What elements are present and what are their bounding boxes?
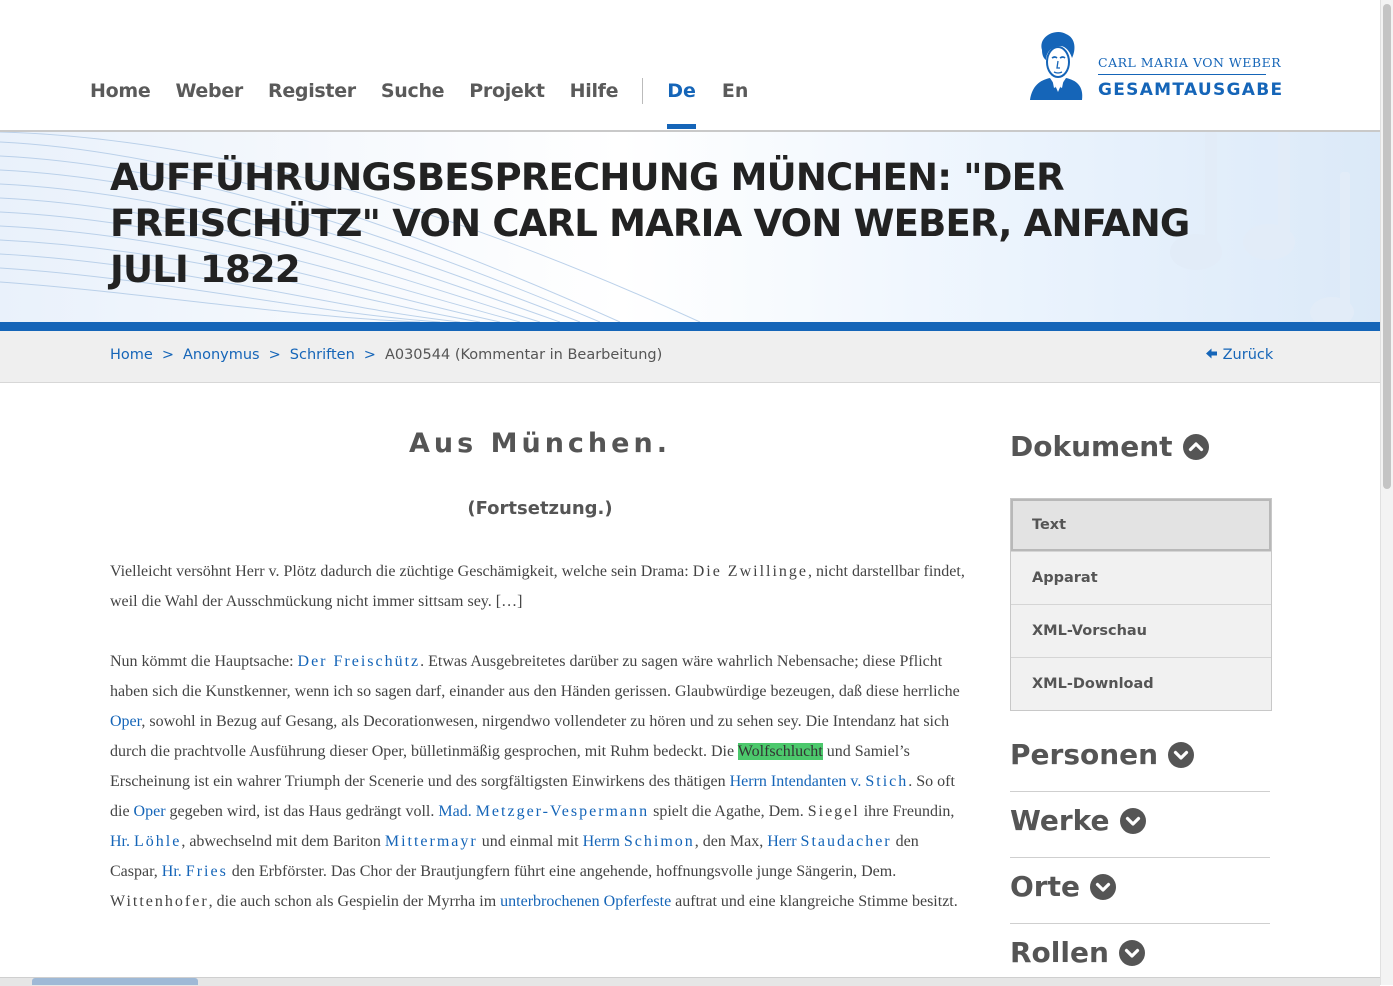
person-link-fries[interactable]: Hr. Fries bbox=[162, 863, 228, 880]
logo-title: CARL MARIA VON WEBER bbox=[1098, 55, 1282, 70]
chevron-down-icon bbox=[1090, 873, 1116, 900]
menu-item-text[interactable]: Text bbox=[1011, 499, 1271, 551]
nav-weber[interactable]: Weber bbox=[175, 80, 243, 102]
nav-home[interactable]: Home bbox=[90, 80, 151, 102]
breadcrumb-schriften[interactable]: Schriften bbox=[290, 347, 355, 363]
breadcrumb-separator: > bbox=[268, 347, 281, 363]
back-label: Zurück bbox=[1222, 347, 1274, 363]
person-link-mad[interactable]: Mad. bbox=[438, 803, 471, 820]
logo-divider bbox=[1098, 74, 1266, 75]
text-segment: , den Max, bbox=[694, 833, 768, 850]
person-link-name: Staudacher bbox=[800, 833, 892, 850]
person-link-name: Stich bbox=[865, 773, 909, 790]
work-link-freischuetz[interactable]: Der Freischütz bbox=[298, 653, 421, 670]
highlighted-term-wolfschlucht[interactable]: Wolfschlucht bbox=[737, 743, 823, 760]
person-link-name: Schimon bbox=[623, 833, 695, 850]
paragraph-2: Nun kömmt die Hauptsache: Der Freischütz… bbox=[110, 647, 970, 917]
work-link-oper[interactable]: Oper bbox=[134, 803, 166, 820]
text-segment: und einmal mit bbox=[477, 833, 583, 850]
person-link-schimon[interactable]: Herrn Schimon bbox=[583, 833, 695, 850]
text-segment: , abwechselnd mit dem Bariton bbox=[181, 833, 385, 850]
person-link-name: Fries bbox=[185, 863, 228, 880]
sidebar-divider bbox=[1010, 923, 1270, 924]
sidebar-orte-header[interactable]: Orte bbox=[1010, 870, 1116, 903]
breadcrumb-anonymus[interactable]: Anonymus bbox=[183, 347, 260, 363]
person-link-staudacher[interactable]: Herr Staudacher bbox=[767, 833, 891, 850]
nav-suche[interactable]: Suche bbox=[381, 80, 445, 102]
language-de[interactable]: De bbox=[667, 80, 696, 129]
text-segment: Nun kömmt die Hauptsache: bbox=[110, 653, 298, 670]
logo-subtitle: GESAMTAUSGABE bbox=[1098, 80, 1284, 100]
banner-accent-bar bbox=[0, 322, 1380, 331]
sidebar-dokument-title: Dokument bbox=[1010, 430, 1173, 463]
spaced-title: Die Zwillinge bbox=[692, 563, 808, 580]
person-link-mittermayr[interactable]: Mittermayr bbox=[385, 833, 478, 850]
person-link-prefix: Herr bbox=[767, 833, 801, 850]
sidebar-rollen-header[interactable]: Rollen bbox=[1010, 936, 1145, 969]
person-link-metzger-vespermann[interactable]: Metzger-Vespermann bbox=[476, 803, 649, 820]
breadcrumb-separator: > bbox=[363, 347, 376, 363]
document-view-menu: Text Apparat XML-Vorschau XML-Download bbox=[1010, 498, 1272, 711]
nav-register[interactable]: Register bbox=[268, 80, 356, 102]
paragraph-1: Vielleicht versöhnt Herr v. Plötz dadurc… bbox=[110, 557, 970, 617]
breadcrumb-separator: > bbox=[161, 347, 174, 363]
person-link-prefix: Herrn bbox=[582, 833, 624, 850]
text-segment: , die auch schon als Gespielin der Myrrh… bbox=[208, 893, 501, 910]
weber-portrait-logo-icon bbox=[1030, 31, 1083, 100]
chevron-down-icon bbox=[1118, 939, 1145, 966]
sidebar-dokument-header[interactable]: Dokument bbox=[1010, 430, 1209, 463]
menu-item-apparat[interactable]: Apparat bbox=[1011, 551, 1271, 604]
person-link-prefix: Hr. bbox=[110, 833, 134, 850]
back-link[interactable]: Zurück bbox=[1205, 347, 1273, 363]
sidebar-orte-title: Orte bbox=[1010, 870, 1080, 903]
title-banner: Aufführungsbesprechung München: "Der Fre… bbox=[0, 132, 1380, 322]
text-segment: spielt die Agathe, Dem. bbox=[649, 803, 808, 820]
text-segment: Vielleicht versöhnt Herr v. Plötz dadurc… bbox=[110, 563, 693, 580]
vertical-scrollbar[interactable] bbox=[1380, 0, 1393, 985]
sidebar-werke-header[interactable]: Werke bbox=[1010, 804, 1146, 837]
nav-hilfe[interactable]: Hilfe bbox=[570, 80, 619, 102]
person-link-stich[interactable]: Herrn Intendanten v. Stich bbox=[730, 773, 909, 790]
language-en[interactable]: En bbox=[722, 80, 749, 102]
breadcrumb-current: A030544 (Kommentar in Bearbeitung) bbox=[384, 347, 663, 363]
chevron-up-icon bbox=[1182, 433, 1209, 460]
person-link-loehle[interactable]: Hr. Löhle bbox=[110, 833, 181, 850]
spaced-name-wittenhofer: Wittenhofer bbox=[110, 893, 209, 910]
person-link-prefix: Herrn Intendanten v. bbox=[729, 773, 866, 790]
sidebar-personen-header[interactable]: Personen bbox=[1010, 738, 1195, 771]
site-header: Home Weber Register Suche Projekt Hilfe … bbox=[0, 0, 1380, 131]
text-segment: den Erbförster. Das Chor der Brautjungfe… bbox=[227, 863, 897, 880]
page-title: Aufführungsbesprechung München: "Der Fre… bbox=[110, 156, 1190, 291]
chevron-down-icon bbox=[1119, 807, 1146, 834]
person-link-name: Löhle bbox=[134, 833, 182, 850]
text-segment: ihre Freundin, bbox=[859, 803, 955, 820]
sidebar-divider bbox=[1010, 791, 1270, 792]
nav-divider bbox=[642, 78, 644, 104]
sidebar-rollen-title: Rollen bbox=[1010, 936, 1109, 969]
sidebar-divider bbox=[1010, 857, 1270, 858]
work-link-oper[interactable]: Oper bbox=[110, 713, 141, 730]
site-logo[interactable]: CARL MARIA VON WEBER GESAMTAUSGABE bbox=[1026, 28, 1282, 103]
sidebar-personen-title: Personen bbox=[1010, 738, 1159, 771]
scrollbar-thumb[interactable] bbox=[1383, 4, 1391, 489]
menu-item-xml-vorschau[interactable]: XML-Vorschau bbox=[1011, 604, 1271, 657]
work-link-opferfeste[interactable]: unterbrochenen Opferfeste bbox=[500, 893, 671, 910]
breadcrumb-home[interactable]: Home bbox=[110, 347, 153, 363]
person-link-prefix: Hr. bbox=[161, 863, 186, 880]
nav-projekt[interactable]: Projekt bbox=[469, 80, 545, 102]
document-subheading: (Fortsetzung.) bbox=[467, 498, 613, 519]
horizontal-scrollbar-thumb[interactable] bbox=[32, 978, 198, 985]
text-segment: auftrat und eine klangreiche Stimme besi… bbox=[671, 893, 958, 910]
breadcrumb: Home > Anonymus > Schriften > A030544 (Komment… bbox=[110, 347, 662, 363]
main-nav: Home Weber Register Suche Projekt Hilfe … bbox=[90, 78, 774, 129]
chevron-down-icon bbox=[1168, 741, 1195, 768]
document-heading: Aus München. bbox=[409, 428, 671, 459]
sidebar-werke-title: Werke bbox=[1010, 804, 1110, 837]
spaced-name-siegel: Siegel bbox=[807, 803, 860, 820]
arrow-left-icon bbox=[1206, 348, 1217, 359]
text-segment: gegeben wird, ist das Haus gedrängt voll… bbox=[165, 803, 439, 820]
breadcrumb-bar: Home > Anonymus > Schriften > A030544 (Komment… bbox=[0, 331, 1380, 383]
menu-item-xml-download[interactable]: XML-Download bbox=[1011, 657, 1271, 710]
